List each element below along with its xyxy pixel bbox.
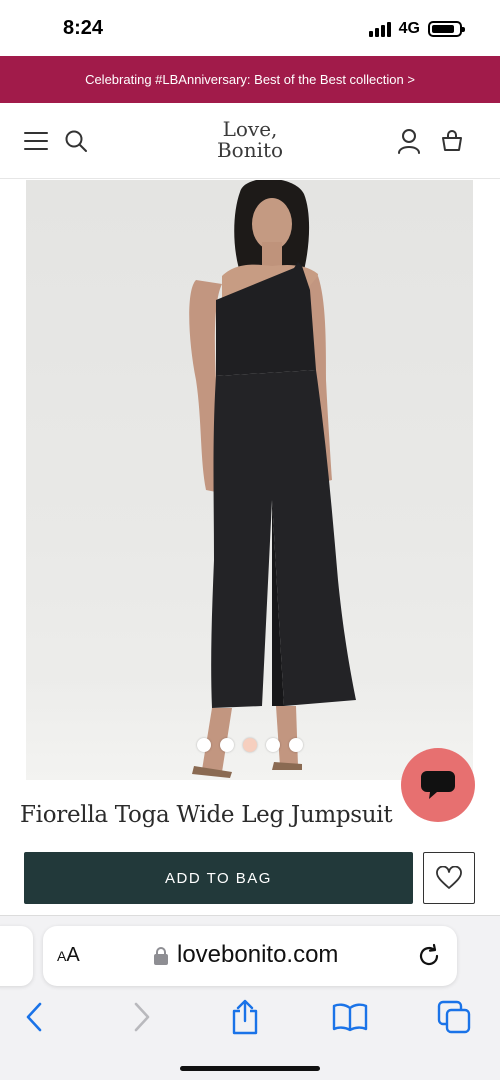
gallery-dot[interactable] — [242, 738, 257, 752]
product-image[interactable] — [26, 180, 473, 780]
address-bar[interactable]: AA lovebonito.com — [43, 926, 457, 986]
lock-icon — [154, 947, 168, 965]
url-text: lovebonito.com — [177, 941, 339, 968]
logo-line2: Bonito — [216, 138, 284, 162]
tabs-icon[interactable] — [436, 1000, 472, 1034]
text-size-big: A — [66, 944, 80, 966]
bag-icon[interactable] — [438, 127, 466, 155]
account-icon[interactable] — [395, 127, 423, 155]
browser-nav-toolbar — [0, 994, 500, 1038]
site-header: Love, Bonito — [0, 103, 500, 179]
status-bar: 8:24 4G — [0, 0, 500, 56]
share-icon[interactable] — [227, 999, 263, 1035]
gallery-dot[interactable] — [288, 738, 303, 752]
back-icon[interactable] — [16, 1000, 52, 1034]
battery-level — [432, 25, 455, 33]
home-indicator — [180, 1066, 320, 1071]
heart-icon — [436, 866, 462, 889]
browser-toolbar: AA lovebonito.com — [0, 915, 500, 1080]
text-size-button[interactable]: AA — [57, 944, 80, 967]
add-to-bag-button[interactable]: ADD TO BAG — [24, 852, 413, 904]
gallery-dot[interactable] — [219, 738, 234, 752]
gallery-dot[interactable] — [196, 738, 211, 752]
network-type: 4G — [398, 20, 420, 37]
gallery-pagination — [26, 738, 473, 752]
product-title: Fiorella Toga Wide Leg Jumpsuit — [20, 802, 393, 828]
brand-logo[interactable]: Love, Bonito — [0, 119, 500, 161]
chat-bubble-icon — [421, 771, 455, 799]
wishlist-button[interactable] — [423, 852, 475, 904]
text-size-small: A — [57, 948, 67, 964]
promo-banner[interactable]: Celebrating #LBAnniversary: Best of the … — [0, 56, 500, 103]
previous-tab[interactable] — [0, 926, 33, 986]
bookmarks-icon[interactable] — [332, 1000, 368, 1034]
signal-icon — [368, 21, 391, 37]
reload-icon[interactable] — [415, 942, 443, 970]
status-time: 8:24 — [63, 17, 104, 39]
gallery-dot[interactable] — [265, 738, 280, 752]
logo-line1: Love, — [222, 117, 278, 141]
chat-button[interactable] — [401, 748, 475, 822]
status-indicators: 4G — [368, 20, 465, 38]
forward-icon[interactable] — [124, 1000, 160, 1034]
model-illustration — [189, 180, 356, 778]
add-to-bag-label: ADD TO BAG — [165, 869, 272, 887]
battery-icon — [428, 21, 465, 37]
promo-banner-text: Celebrating #LBAnniversary: Best of the … — [85, 72, 415, 87]
